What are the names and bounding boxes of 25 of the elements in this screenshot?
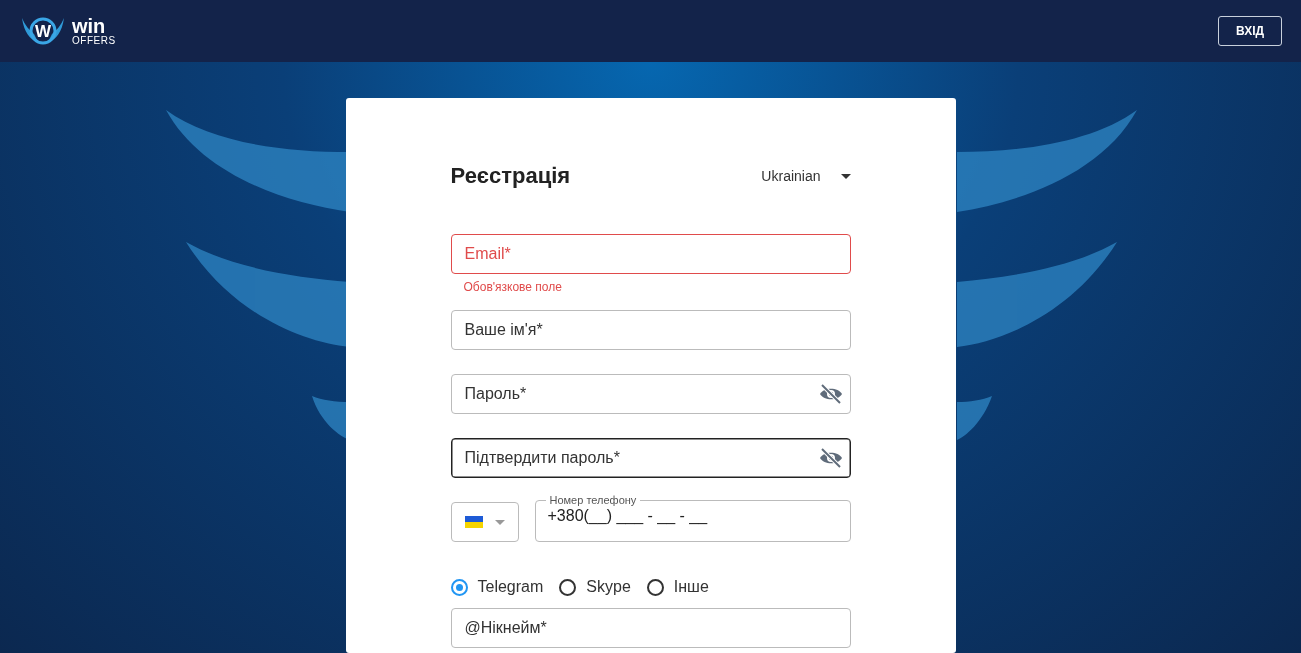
caret-icon bbox=[494, 519, 505, 525]
input-field[interactable]: Ваше ім'я* bbox=[450, 310, 851, 350]
login-button[interactable]: ВХІД bbox=[1218, 16, 1282, 46]
radio-label: Інше bbox=[673, 578, 709, 596]
input-field[interactable]: Email* bbox=[450, 234, 851, 274]
messenger-radio[interactable]: Skype bbox=[559, 578, 631, 596]
radio-label: Skype bbox=[586, 578, 631, 596]
logo-subtitle: OFFERS bbox=[72, 36, 116, 46]
input-field[interactable]: @Нікнейм* bbox=[450, 608, 851, 648]
messenger-radio[interactable]: Інше bbox=[646, 578, 709, 596]
input-field[interactable]: Підтвердити пароль* bbox=[450, 438, 851, 478]
error-message: Обов'язкове поле bbox=[463, 280, 563, 294]
form-title: Реєстрація bbox=[450, 163, 571, 189]
messenger-radio[interactable]: Telegram bbox=[450, 578, 544, 596]
language-select[interactable]: Ukrainian bbox=[761, 168, 851, 184]
phone-field[interactable]: Номер телефону +380(__) ___ - __ - __ bbox=[534, 494, 851, 542]
country-select[interactable] bbox=[450, 502, 519, 542]
phone-label: Номер телефону bbox=[548, 494, 638, 506]
logo-word: win bbox=[72, 16, 106, 36]
caret-icon bbox=[840, 173, 851, 179]
hidden-eye-icon[interactable] bbox=[818, 384, 843, 404]
input-field[interactable]: Пароль* bbox=[450, 374, 851, 414]
hidden-eye-icon[interactable] bbox=[818, 448, 843, 468]
flag-icon bbox=[464, 516, 483, 528]
radio-label: Telegram bbox=[477, 578, 544, 596]
